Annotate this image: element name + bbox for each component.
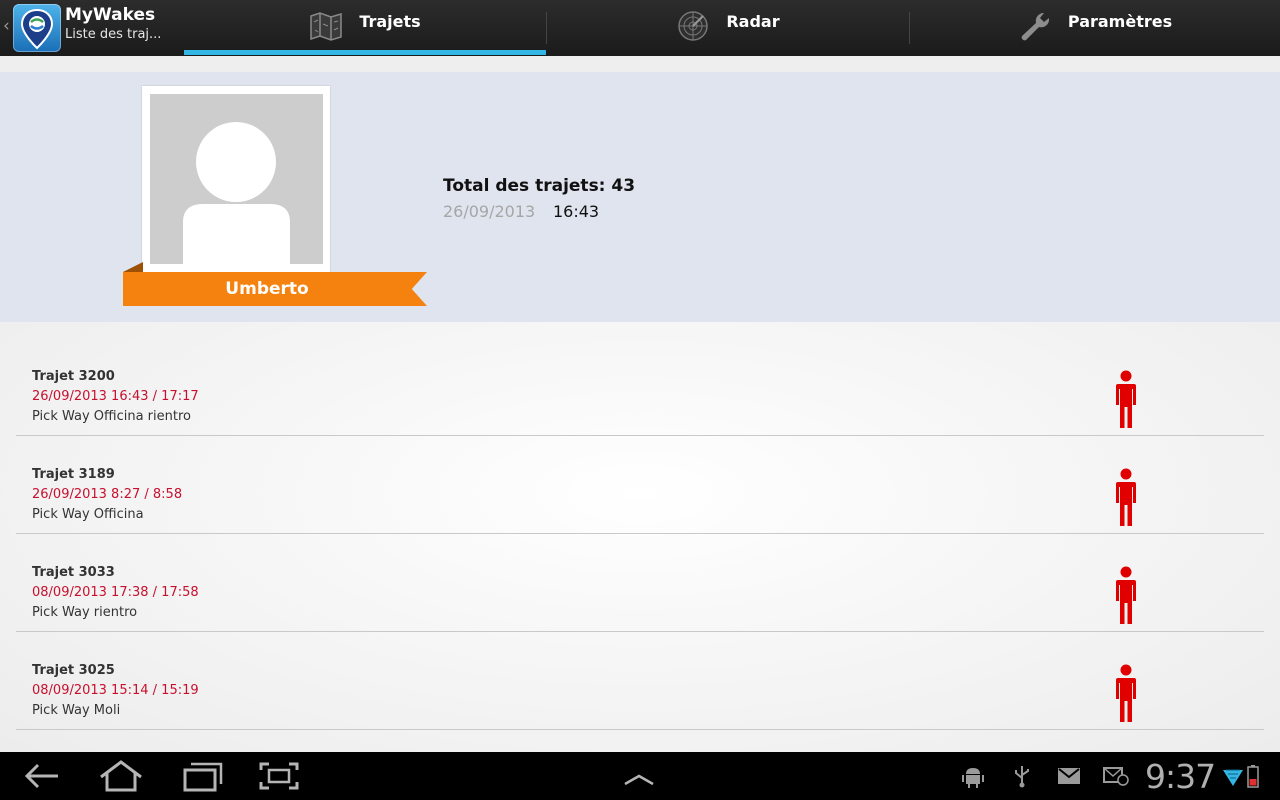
profile-header: Umberto Total des trajets: 43 26/09/2013… bbox=[0, 72, 1280, 322]
trip-time: 26/09/2013 16:43 / 17:17 bbox=[32, 389, 199, 404]
back-icon[interactable] bbox=[14, 758, 70, 794]
status-clock[interactable]: 9:37 bbox=[1145, 757, 1216, 796]
trip-title: Trajet 3200 bbox=[32, 369, 115, 384]
trip-description: Pick Way Officina bbox=[32, 507, 144, 522]
total-trips: Total des trajets: 43 bbox=[443, 176, 636, 196]
tab-parametres[interactable]: Paramètres bbox=[910, 0, 1280, 56]
trip-title: Trajet 3189 bbox=[32, 467, 115, 482]
trip-title: Trajet 3025 bbox=[32, 663, 115, 678]
usb-icon bbox=[1015, 766, 1029, 788]
system-bar: 9:37 bbox=[0, 752, 1280, 800]
user-name: Umberto bbox=[225, 279, 309, 299]
trip-list-item[interactable]: Trajet 3189 26/09/2013 8:27 / 8:58 Pick … bbox=[16, 436, 1264, 534]
tab-trajets-label: Trajets bbox=[359, 12, 421, 31]
action-bar: ‹ MyWakes Liste des traj... Trajets Rada… bbox=[0, 0, 1280, 57]
avatar[interactable] bbox=[150, 94, 323, 264]
recent-apps-icon[interactable] bbox=[173, 758, 229, 794]
trip-list-item[interactable]: Trajet 3200 26/09/2013 16:43 / 17:17 Pic… bbox=[16, 338, 1264, 436]
ribbon-fold bbox=[123, 262, 143, 272]
pedestrian-icon bbox=[1116, 664, 1136, 722]
trip-time: 08/09/2013 15:14 / 15:19 bbox=[32, 683, 199, 698]
screenshot-icon[interactable] bbox=[251, 758, 307, 794]
up-caret-icon[interactable]: ‹ bbox=[3, 16, 10, 36]
wrench-icon bbox=[1021, 12, 1049, 41]
radar-icon bbox=[678, 11, 709, 41]
wifi-icon bbox=[1223, 769, 1243, 786]
app-logo-icon[interactable] bbox=[13, 4, 61, 52]
header-strip bbox=[0, 56, 1280, 73]
pedestrian-icon bbox=[1116, 468, 1136, 526]
menu-up-icon[interactable] bbox=[611, 758, 667, 794]
default-avatar-icon bbox=[183, 122, 290, 264]
tab-parametres-label: Paramètres bbox=[1067, 12, 1173, 31]
user-name-ribbon: Umberto bbox=[123, 272, 427, 306]
trip-description: Pick Way rientro bbox=[32, 605, 138, 620]
last-trip-date: 26/09/2013 bbox=[443, 202, 536, 221]
trip-list-item[interactable]: Trajet 3025 08/09/2013 15:14 / 15:19 Pic… bbox=[16, 632, 1264, 730]
home-icon[interactable] bbox=[93, 758, 149, 794]
map-icon bbox=[310, 12, 343, 41]
battery-icon bbox=[1247, 765, 1259, 788]
app-subtitle: Liste des traj... bbox=[65, 27, 162, 42]
gmail-icon bbox=[1058, 768, 1080, 784]
tab-trajets[interactable]: Trajets bbox=[184, 0, 546, 56]
trip-list[interactable]: Trajet 3200 26/09/2013 16:43 / 17:17 Pic… bbox=[0, 322, 1280, 752]
app-title: MyWakes bbox=[65, 5, 156, 25]
selected-tab-indicator bbox=[184, 50, 546, 55]
trip-time: 26/09/2013 8:27 / 8:58 bbox=[32, 487, 183, 502]
trip-list-item[interactable]: Trajet 3033 08/09/2013 17:38 / 17:58 Pic… bbox=[16, 534, 1264, 632]
trip-description: Pick Way Moli bbox=[32, 703, 121, 718]
pedestrian-icon bbox=[1116, 566, 1136, 624]
trip-description: Pick Way Officina rientro bbox=[32, 409, 191, 424]
android-debug-icon bbox=[962, 768, 984, 788]
avatar-frame bbox=[142, 86, 330, 272]
last-trip-time: 16:43 bbox=[553, 202, 600, 221]
pedestrian-icon bbox=[1116, 370, 1136, 428]
tab-radar-label: Radar bbox=[726, 12, 780, 31]
tab-radar[interactable]: Radar bbox=[547, 0, 909, 56]
trip-title: Trajet 3033 bbox=[32, 565, 115, 580]
trip-time: 08/09/2013 17:38 / 17:58 bbox=[32, 585, 199, 600]
email-icon bbox=[1103, 767, 1129, 786]
